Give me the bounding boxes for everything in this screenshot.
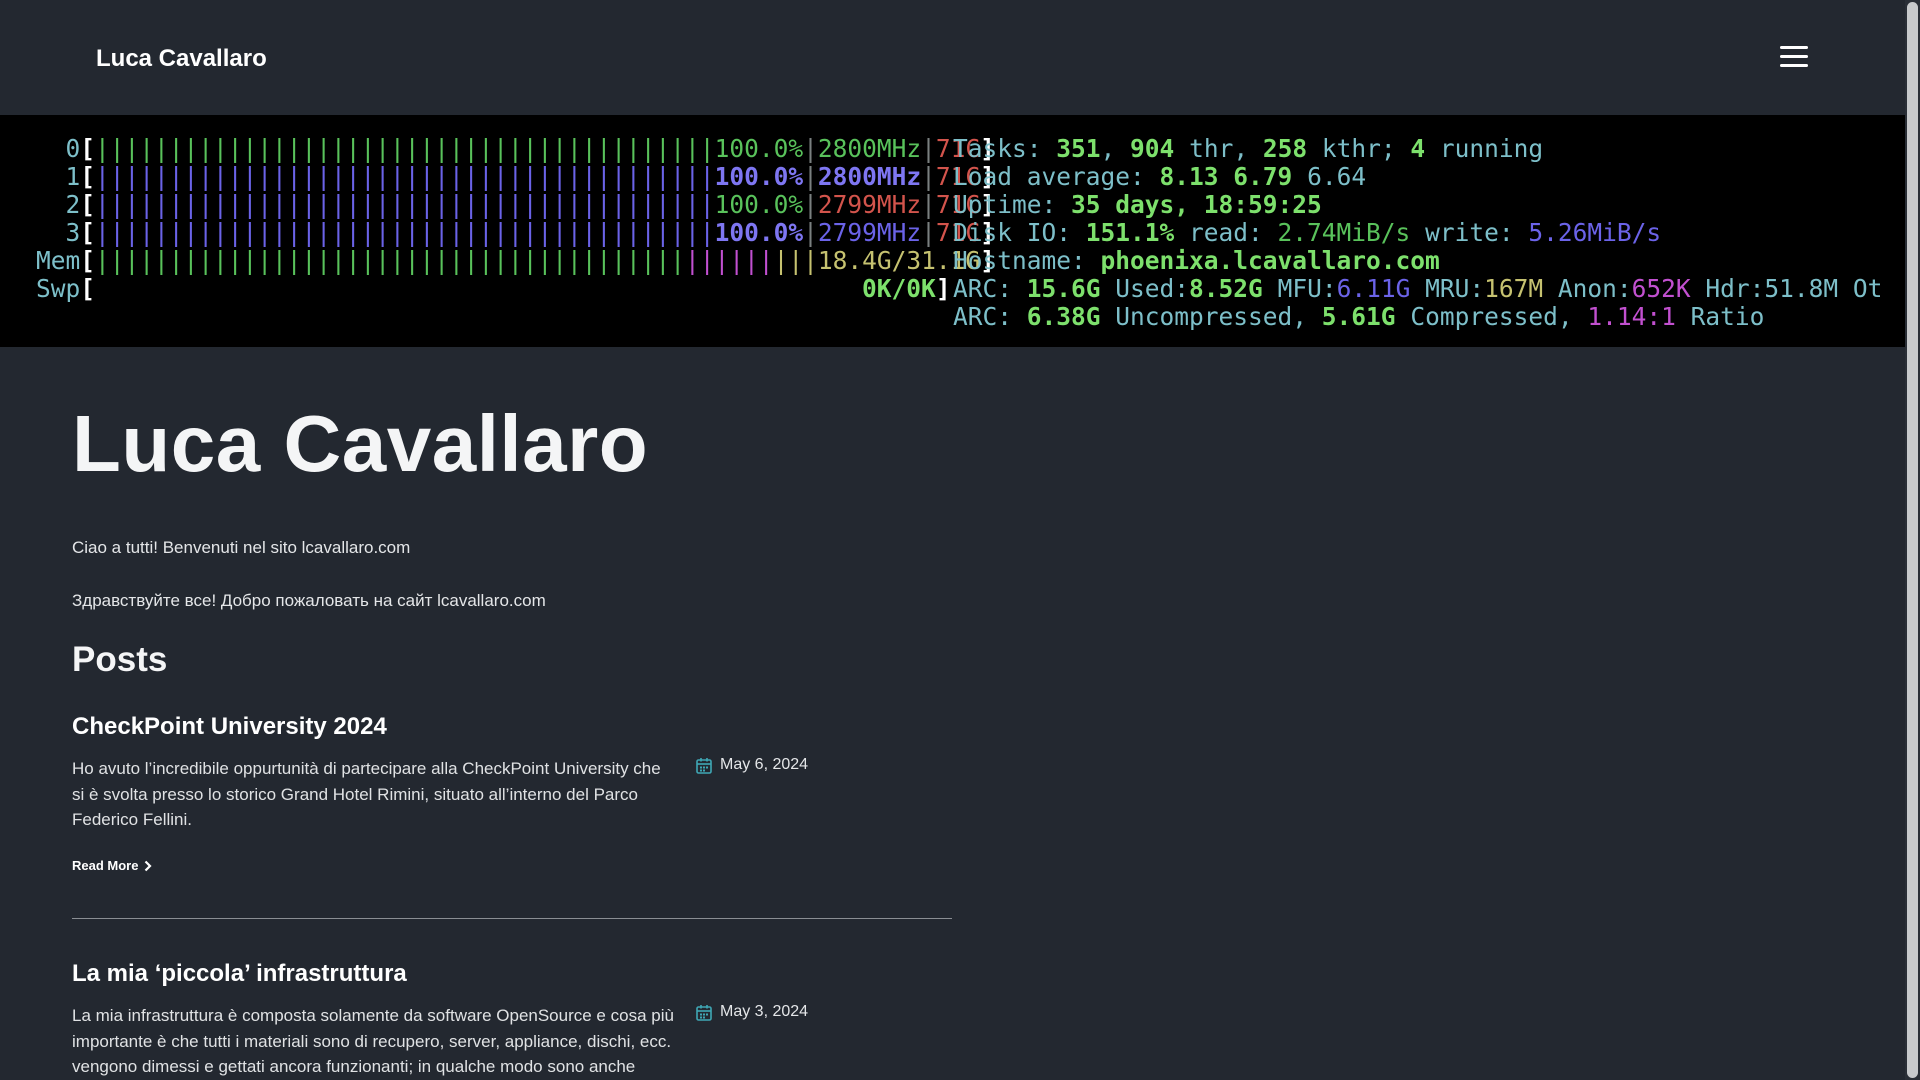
tasks-line: Tasks: 351, 904 thr, 258 kthr; 4 running <box>953 134 1544 163</box>
mem-meter: Mem[||||||||||||||||||||||||||||||||||||… <box>36 246 995 275</box>
vertical-scrollbar[interactable] <box>1905 0 1920 1080</box>
disk-io-line: Disk IO: 151.1% read: 2.74MiB/s write: 5… <box>953 218 1662 247</box>
cpu-meter-0: 0[||||||||||||||||||||||||||||||||||||||… <box>65 134 995 163</box>
uptime-line: Uptime: 35 days, 18:59:25 <box>953 190 1322 219</box>
intro-russian: Здравствуйте все! Добро пожаловать на са… <box>72 591 546 610</box>
hamburger-menu-icon[interactable] <box>1780 46 1808 68</box>
site-title-link[interactable]: Luca Cavallaro <box>96 45 267 73</box>
intro-italian: Ciao a tutti! Benvenuti nel sito lcavall… <box>72 538 411 557</box>
post-card: CheckPoint University 2024 Ho avuto l’in… <box>72 713 952 923</box>
post-excerpt: La mia infrastruttura è composta solamen… <box>72 1006 674 1076</box>
calendar-icon <box>696 1004 712 1021</box>
htop-meters-left: 0[||||||||||||||||||||||||||||||||||||||… <box>36 134 995 303</box>
read-more-label: Read More <box>72 858 139 873</box>
page: Luca Cavallaro 0[|||||||||||||||||||||||… <box>0 0 1905 1080</box>
post-title-link[interactable]: La mia ‘piccola’ infrastruttura <box>72 960 407 988</box>
chevron-right-icon <box>145 860 153 871</box>
htop-meters-right: Tasks: 351, 904 thr, 258 kthr; 4 running… <box>953 135 1882 331</box>
cpu-meter-2: 2[||||||||||||||||||||||||||||||||||||||… <box>65 190 995 219</box>
arc-line-2: ARC: 6.38G Uncompressed, 5.61G Compresse… <box>953 302 1765 331</box>
cpu-meter-3: 3[||||||||||||||||||||||||||||||||||||||… <box>65 218 995 247</box>
hostname-line: Hostname: phoenixa.lcavallaro.com <box>953 246 1440 275</box>
cpu-meter-1: 1[||||||||||||||||||||||||||||||||||||||… <box>65 162 995 191</box>
post-date-text: May 3, 2024 <box>720 1003 809 1020</box>
post-date-text: May 6, 2024 <box>720 756 809 773</box>
load-average-line: Load average: 8.13 6.79 6.64 <box>953 162 1367 191</box>
swp-meter: Swp[ 0K/0K] <box>36 274 951 303</box>
arc-line-1: ARC: 15.6G Used:8.52G MFU:6.11G MRU:167M… <box>953 274 1883 303</box>
post-card: La mia ‘piccola’ infrastruttura La mia i… <box>72 960 952 1080</box>
calendar-icon <box>696 757 712 774</box>
site-header: Luca Cavallaro <box>0 0 1905 115</box>
read-more-link[interactable]: Read More <box>72 858 153 873</box>
htop-banner-image: 0[||||||||||||||||||||||||||||||||||||||… <box>0 115 1905 347</box>
post-title-link[interactable]: CheckPoint University 2024 <box>72 713 387 741</box>
scrollbar-thumb[interactable] <box>1907 2 1918 1078</box>
page-title: Luca Cavallaro <box>72 399 649 488</box>
post-date: May 6, 2024 <box>696 756 808 774</box>
posts-heading: Posts <box>72 640 168 679</box>
post-excerpt: Ho avuto l’incredibile oppurtunità di pa… <box>72 759 661 829</box>
post-date: May 3, 2024 <box>696 1003 808 1021</box>
post-divider <box>72 918 952 919</box>
